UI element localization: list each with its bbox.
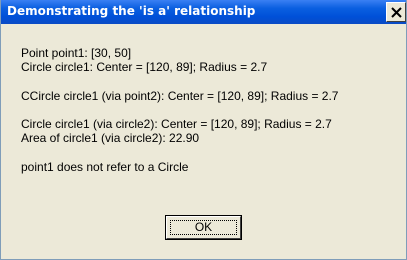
message-line-area: Area of circle1 (via circle2): 22.90 <box>21 131 200 145</box>
title-bar[interactable]: Demonstrating the 'is a' relationship <box>1 0 406 24</box>
ok-button[interactable]: OK <box>165 215 242 240</box>
message-line-ccircle-via-point2: CCircle circle1 (via point2): Center = [… <box>21 89 339 103</box>
message-line-point1: Point point1: [30, 50] <box>21 46 132 60</box>
window-title: Demonstrating the 'is a' relationship <box>7 4 256 18</box>
message-line-circle1: Circle circle1: Center = [120, 89]; Radi… <box>21 60 268 74</box>
dialog-window: Demonstrating the 'is a' relationship Po… <box>0 0 407 260</box>
close-button[interactable] <box>386 2 406 22</box>
close-icon <box>391 7 402 18</box>
message-line-circle-via-circle2: Circle circle1 (via circle2): Center = [… <box>21 117 332 131</box>
focus-rectangle <box>170 220 237 235</box>
message-line-not-circle: point1 does not refer to a Circle <box>21 160 189 174</box>
